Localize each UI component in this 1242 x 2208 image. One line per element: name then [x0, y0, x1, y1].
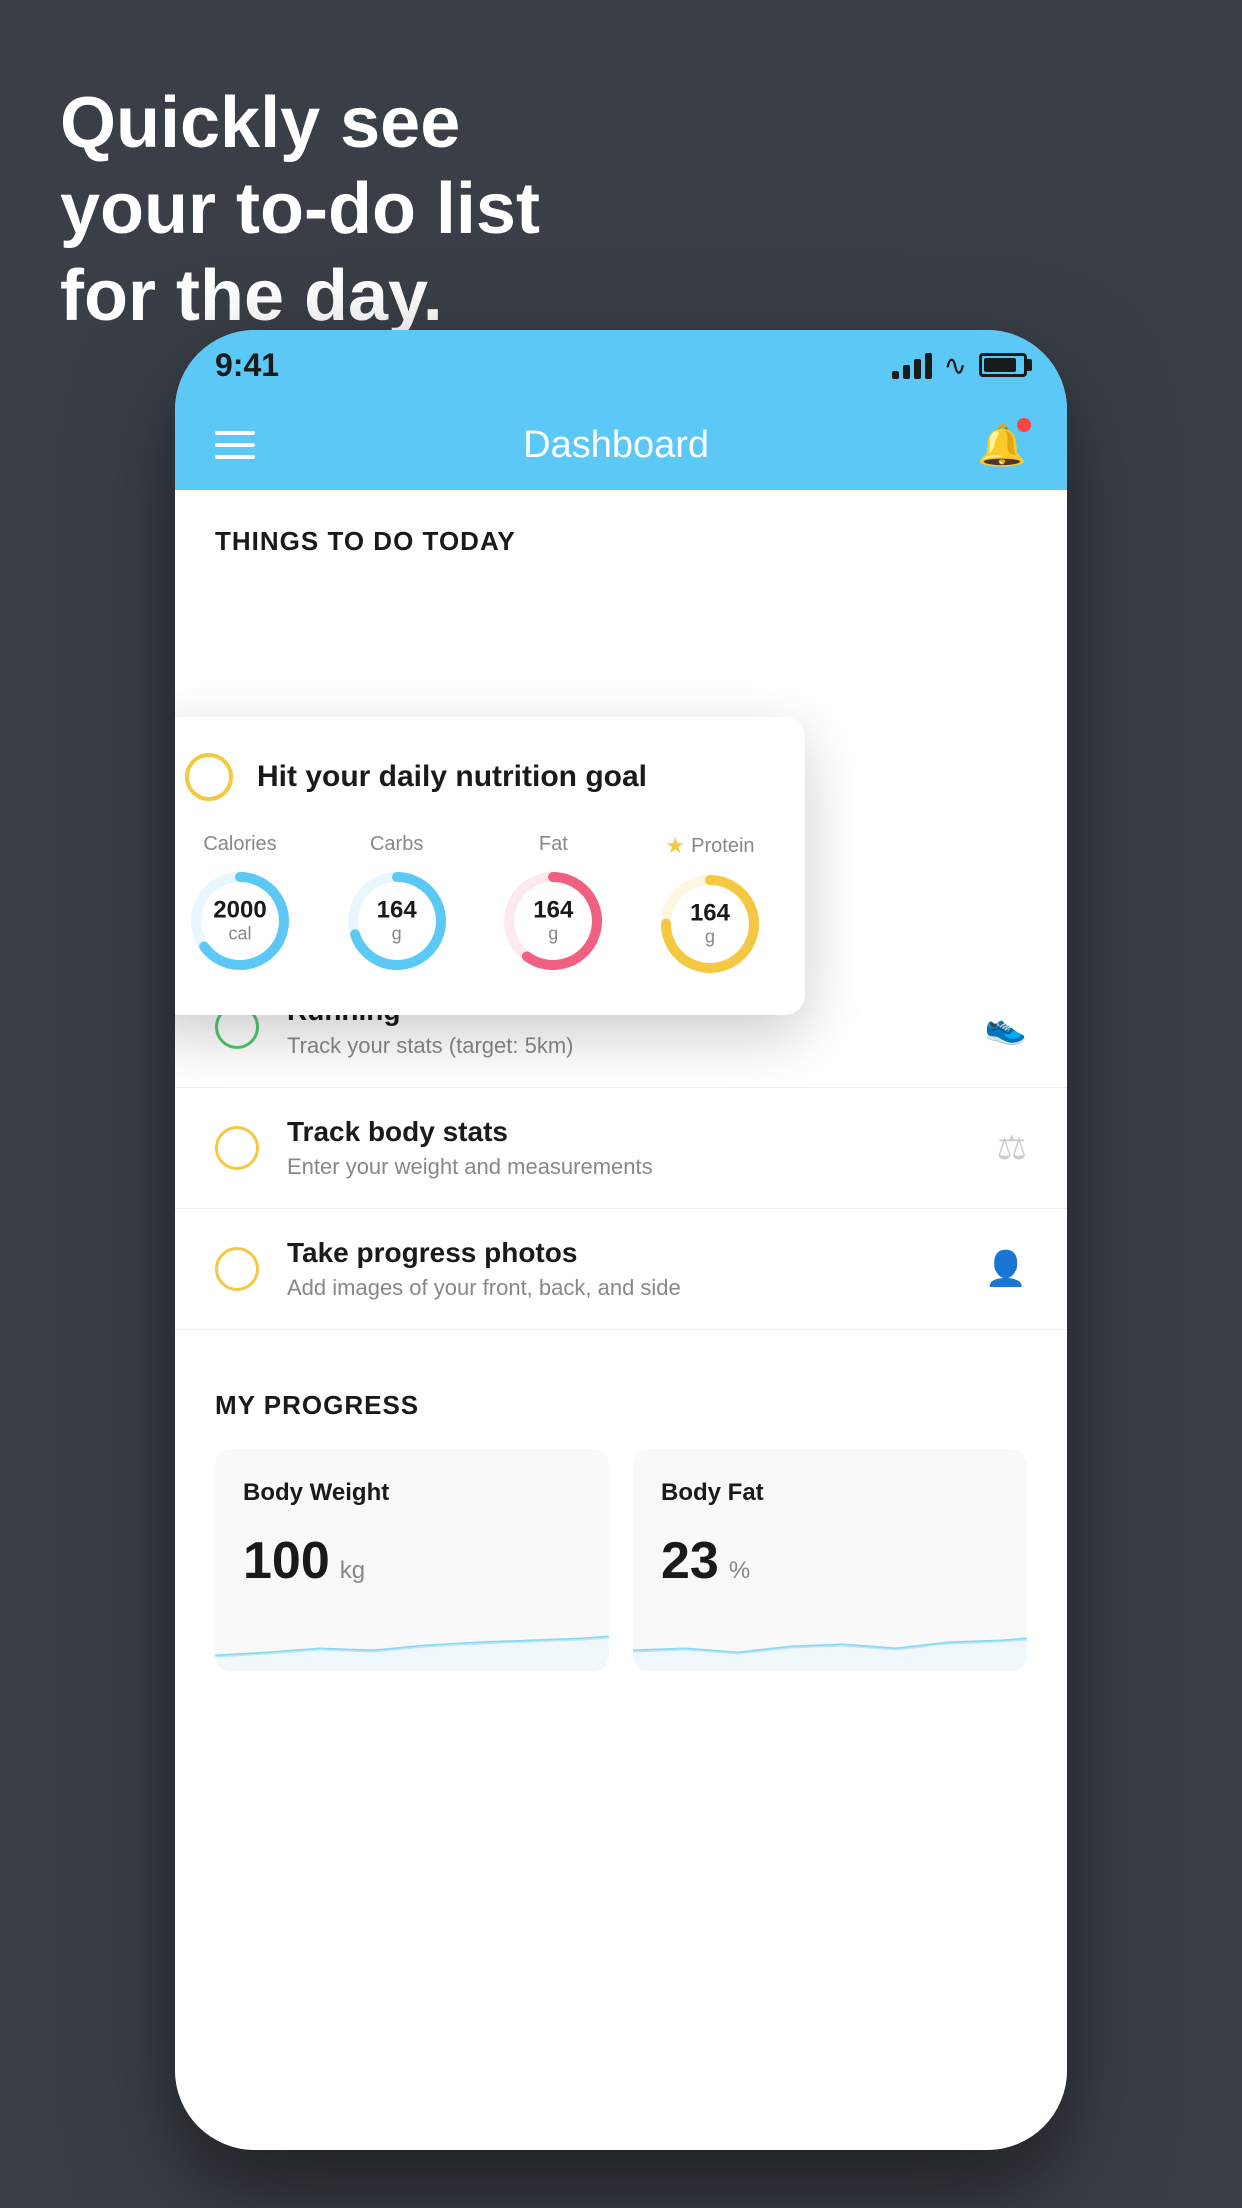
- protein-progress-circle: 164 g: [655, 869, 765, 979]
- headline-line2: your to-do list: [60, 166, 540, 252]
- todo-list: Running Track your stats (target: 5km) 👟…: [175, 967, 1067, 1330]
- nutrition-title: Hit your daily nutrition goal: [257, 760, 647, 794]
- todo-circle-body-stats: [215, 1126, 259, 1170]
- carbs-label: Carbs: [370, 833, 423, 856]
- status-time: 9:41: [215, 347, 279, 384]
- carbs-unit: g: [377, 924, 417, 945]
- phone-frame: 9:41 ∿ Dashboard 🔔 THI: [175, 330, 1067, 2150]
- todo-circle-photos: [215, 1247, 259, 1291]
- calories-stat: Calories 2000 cal: [185, 833, 295, 976]
- carbs-progress-circle: 164 g: [342, 866, 452, 976]
- todo-title-body-stats: Track body stats: [287, 1116, 969, 1148]
- fat-label: Fat: [539, 833, 568, 856]
- running-icon: 👟: [985, 1007, 1027, 1047]
- todo-subtitle-photos: Add images of your front, back, and side: [287, 1275, 957, 1301]
- body-fat-value: 23: [661, 1531, 719, 1591]
- header-title: Dashboard: [523, 424, 709, 467]
- protein-unit: g: [690, 927, 730, 948]
- fat-progress-circle: 164 g: [498, 866, 608, 976]
- hamburger-line: [215, 443, 255, 447]
- body-fat-unit: %: [729, 1557, 750, 1585]
- carbs-stat: Carbs 164 g: [342, 833, 452, 976]
- body-weight-value: 100: [243, 1531, 330, 1591]
- signal-icon: [892, 351, 932, 379]
- page-headline: Quickly see your to-do list for the day.: [60, 80, 540, 339]
- body-weight-card-title: Body Weight: [243, 1479, 581, 1507]
- protein-stat: ★ Protein 164 g: [655, 833, 765, 979]
- headline-line3: for the day.: [60, 253, 540, 339]
- todo-content-photos: Take progress photos Add images of your …: [287, 1237, 957, 1301]
- carbs-value: 164: [377, 897, 417, 923]
- nutrition-check-circle: [185, 753, 233, 801]
- star-icon: ★: [665, 833, 685, 859]
- fat-stat: Fat 164 g: [498, 833, 608, 976]
- calories-unit: cal: [213, 924, 266, 945]
- hamburger-line: [215, 431, 255, 435]
- body-weight-chart: [215, 1611, 609, 1671]
- hamburger-menu-button[interactable]: [215, 431, 255, 459]
- calories-value: 2000: [213, 897, 266, 923]
- body-weight-card[interactable]: Body Weight 100 kg: [215, 1449, 609, 1671]
- body-fat-value-row: 23 %: [661, 1531, 999, 1591]
- todo-subtitle-body-stats: Enter your weight and measurements: [287, 1154, 969, 1180]
- todo-content-body-stats: Track body stats Enter your weight and m…: [287, 1116, 969, 1180]
- my-progress-section: MY PROGRESS Body Weight 100 kg: [175, 1390, 1067, 1711]
- app-header: Dashboard 🔔: [175, 400, 1067, 490]
- battery-icon: [979, 353, 1027, 377]
- todo-item-photos[interactable]: Take progress photos Add images of your …: [175, 1209, 1067, 1330]
- things-to-do-header: THINGS TO DO TODAY: [175, 490, 1067, 577]
- app-body: THINGS TO DO TODAY Hit your daily nutrit…: [175, 490, 1067, 2150]
- status-bar: 9:41 ∿: [175, 330, 1067, 400]
- nutrition-card[interactable]: Hit your daily nutrition goal Calories: [175, 717, 805, 1015]
- calories-progress-circle: 2000 cal: [185, 866, 295, 976]
- wifi-icon: ∿: [944, 349, 967, 382]
- notification-dot: [1017, 418, 1031, 432]
- progress-cards: Body Weight 100 kg Body Fat: [215, 1449, 1027, 1671]
- todo-item-body-stats[interactable]: Track body stats Enter your weight and m…: [175, 1088, 1067, 1209]
- body-weight-unit: kg: [340, 1557, 365, 1585]
- notification-bell-button[interactable]: 🔔: [977, 422, 1027, 469]
- my-progress-title: MY PROGRESS: [215, 1390, 1027, 1421]
- person-icon: 👤: [985, 1249, 1027, 1289]
- fat-value: 164: [533, 897, 573, 923]
- todo-subtitle-running: Track your stats (target: 5km): [287, 1033, 957, 1059]
- body-fat-card[interactable]: Body Fat 23 %: [633, 1449, 1027, 1671]
- nutrition-stats: Calories 2000 cal: [185, 833, 765, 979]
- protein-value: 164: [690, 900, 730, 926]
- headline-line1: Quickly see: [60, 80, 540, 166]
- fat-unit: g: [533, 924, 573, 945]
- body-weight-value-row: 100 kg: [243, 1531, 581, 1591]
- protein-label: ★ Protein: [665, 833, 754, 859]
- body-fat-chart: [633, 1611, 1027, 1671]
- nutrition-card-title-row: Hit your daily nutrition goal: [185, 753, 765, 801]
- calories-label: Calories: [203, 833, 276, 856]
- scale-icon: ⚖: [997, 1128, 1027, 1168]
- status-icons: ∿: [892, 349, 1027, 382]
- hamburger-line: [215, 455, 255, 459]
- body-fat-card-title: Body Fat: [661, 1479, 999, 1507]
- todo-title-photos: Take progress photos: [287, 1237, 957, 1269]
